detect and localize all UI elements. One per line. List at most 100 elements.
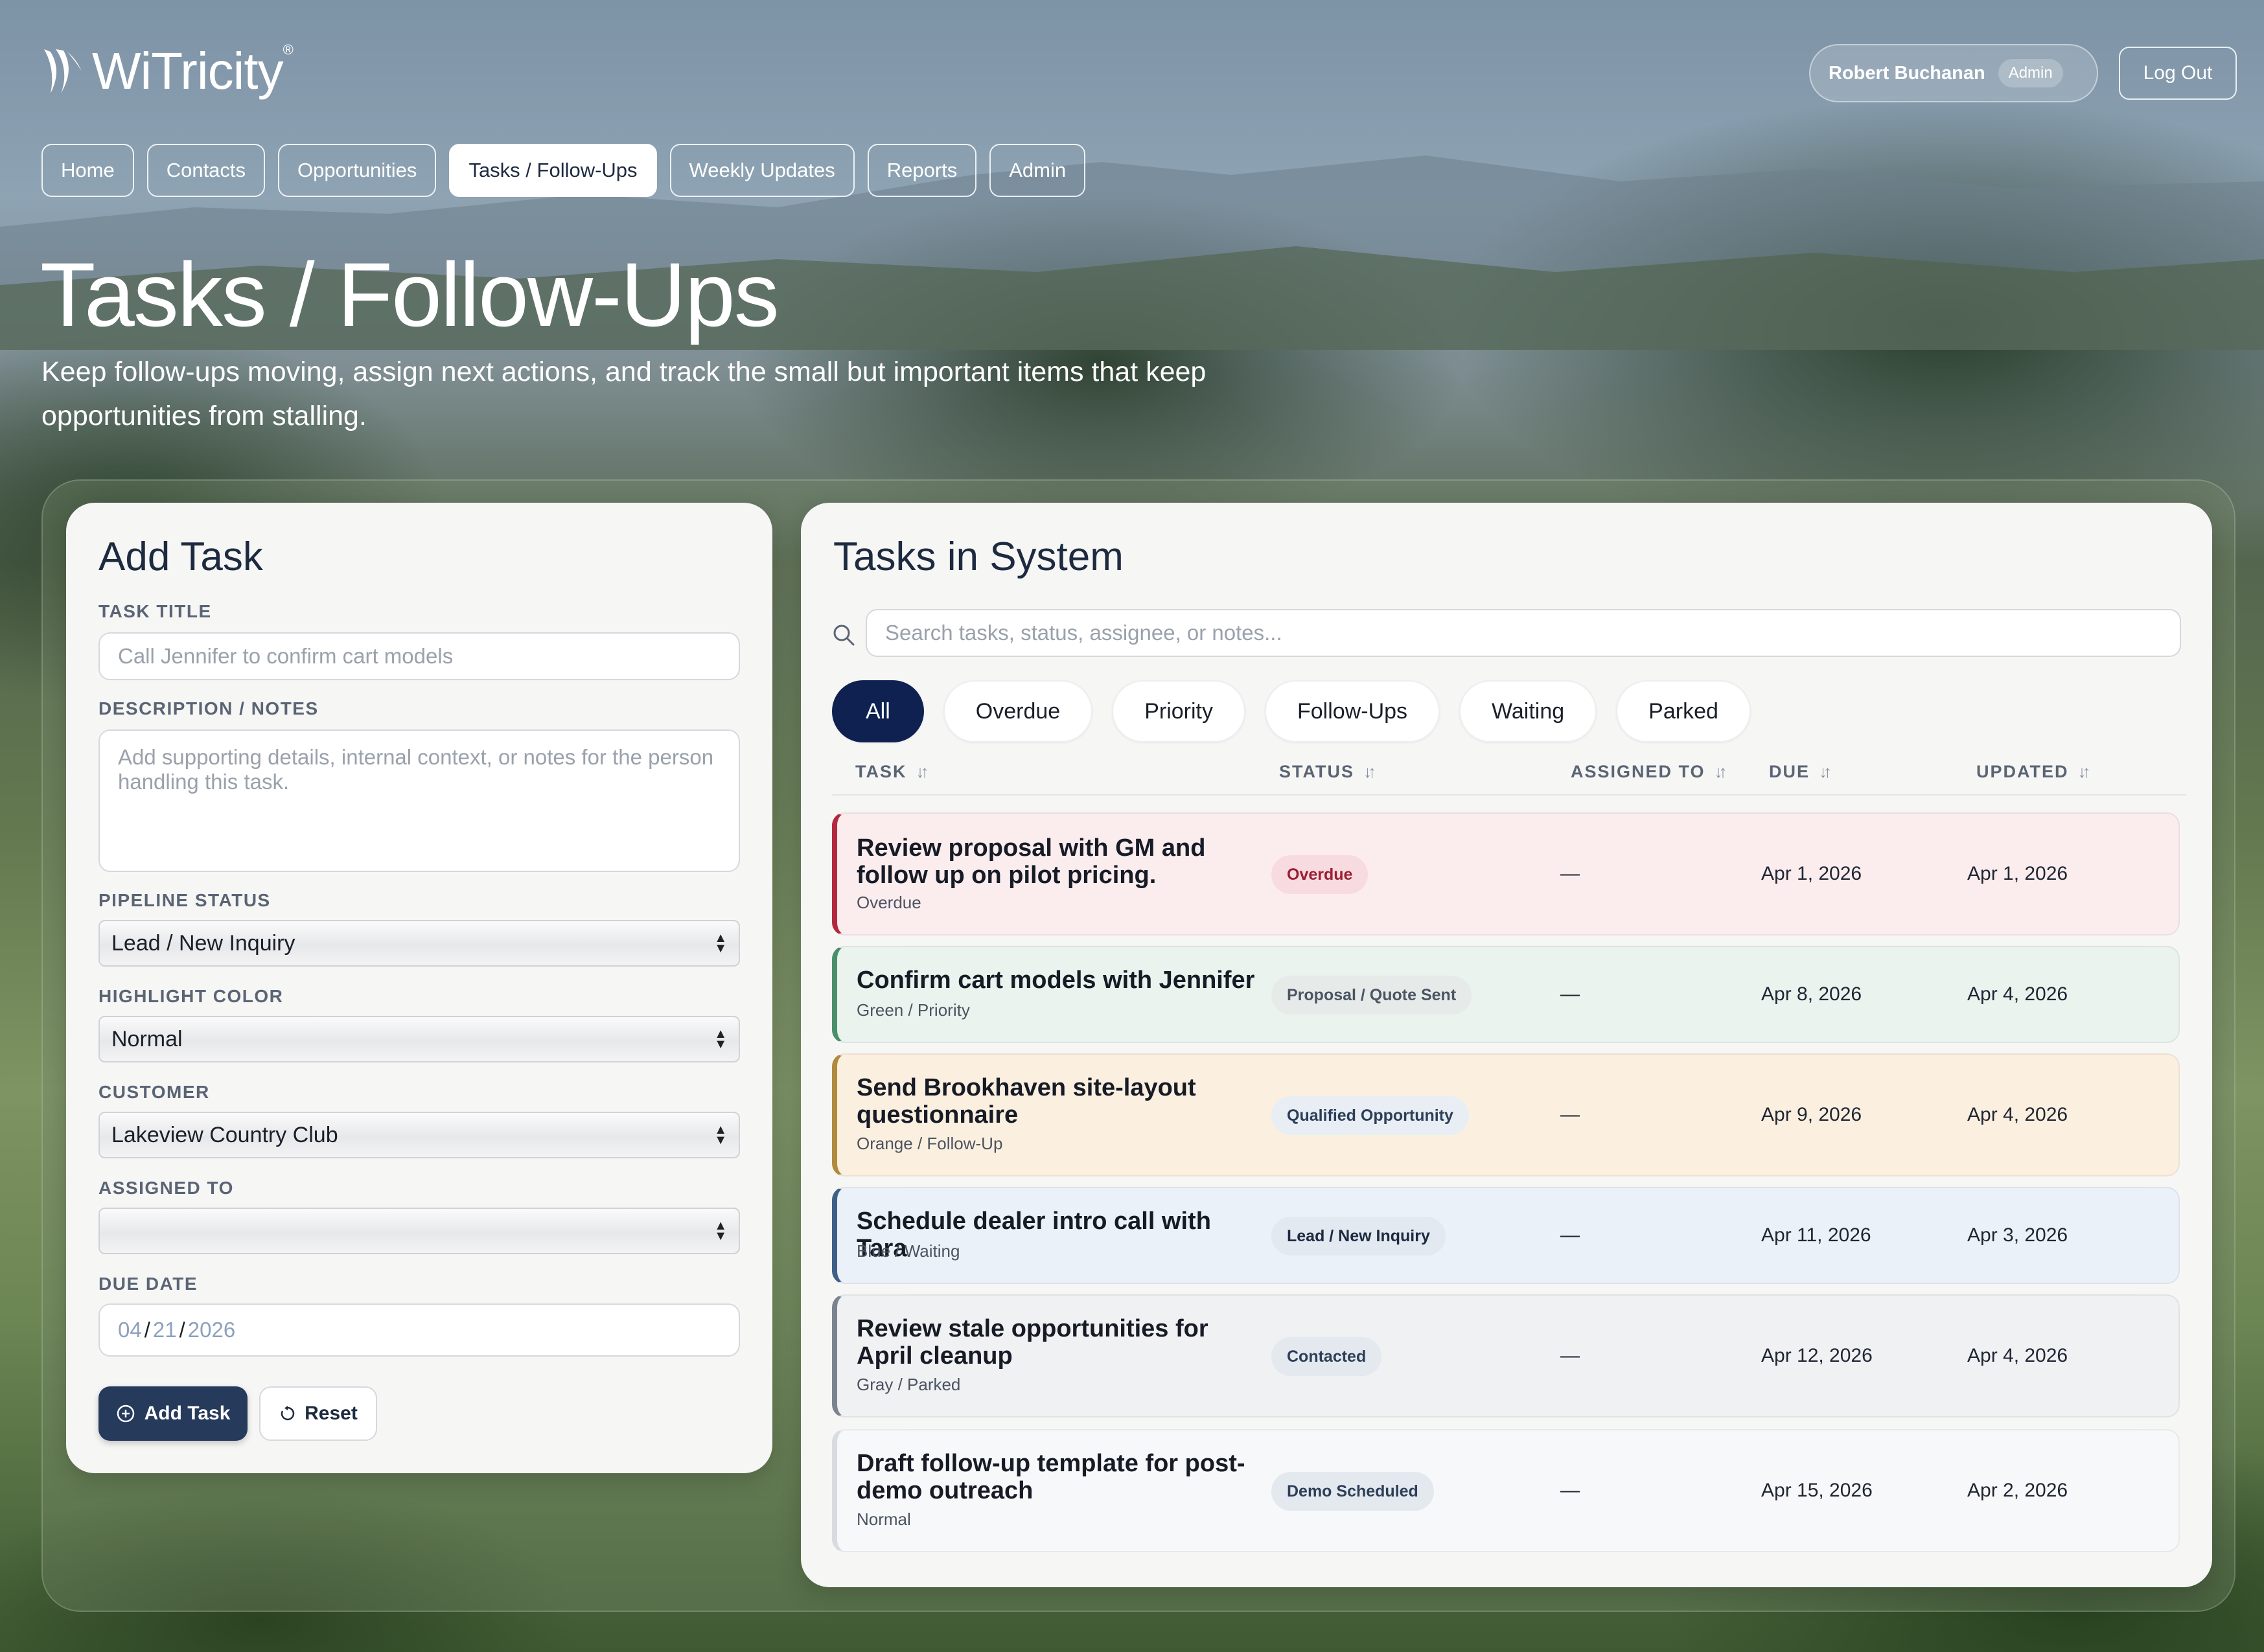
sort-icon: ↓↑ — [916, 762, 929, 781]
updated-cell: Apr 1, 2026 — [1967, 863, 2068, 884]
due-date-input[interactable]: 04 / 21 / 2026 — [98, 1303, 740, 1357]
due-date-year[interactable]: 2026 — [188, 1318, 235, 1342]
page-title: Tasks / Follow-Ups — [40, 244, 780, 345]
nav-tab-reports[interactable]: Reports — [867, 144, 977, 197]
add-task-title: Add Task — [98, 534, 263, 579]
select-arrows-icon: ▲ ▼ — [714, 931, 727, 956]
task-subtitle: Overdue — [857, 893, 921, 912]
sort-icon: ↓↑ — [1363, 762, 1376, 781]
add-task-panel: Add Task TASK TITLE Call Jennifer to con… — [66, 503, 772, 1473]
updated-cell: Apr 4, 2026 — [1967, 1104, 2068, 1125]
due-cell: Apr 1, 2026 — [1761, 863, 1862, 884]
task-title: Confirm cart models with Jennifer — [857, 967, 1255, 994]
tasks-list-panel: Tasks in System Search tasks, status, as… — [801, 503, 2212, 1587]
updated-cell: Apr 3, 2026 — [1967, 1224, 2068, 1246]
task-title-input[interactable]: Call Jennifer to confirm cart models — [98, 632, 740, 680]
filter-all[interactable]: All — [832, 680, 924, 742]
filter-overdue[interactable]: Overdue — [943, 680, 1093, 742]
task-subtitle: Green / Priority — [857, 1000, 970, 1020]
updated-cell: Apr 4, 2026 — [1967, 983, 2068, 1005]
column-header-assigned[interactable]: ASSIGNED TO ↓↑ — [1571, 762, 1727, 782]
task-subtitle: Gray / Parked — [857, 1375, 961, 1394]
select-arrows-icon: ▲ ▼ — [714, 1027, 727, 1051]
status-badge: Contacted — [1271, 1337, 1382, 1376]
task-search-input[interactable]: Search tasks, status, assignee, or notes… — [866, 609, 2181, 657]
description-textarea[interactable]: Add supporting details, internal context… — [98, 729, 740, 872]
due-date-label: DUE DATE — [98, 1274, 198, 1294]
sort-icon: ↓↑ — [1819, 762, 1832, 781]
customer-label: CUSTOMER — [98, 1082, 210, 1102]
assigned-cell: — — [1560, 863, 1580, 884]
highlight-color-label: HIGHLIGHT COLOR — [98, 986, 284, 1006]
updated-cell: Apr 4, 2026 — [1967, 1345, 2068, 1366]
page-subtitle: Keep follow-ups moving, assign next acti… — [41, 356, 1207, 431]
due-date-day[interactable]: 21 — [153, 1318, 177, 1342]
nav-tab-weekly-updates[interactable]: Weekly Updates — [669, 144, 855, 197]
task-subtitle: Normal — [857, 1509, 911, 1529]
column-header-task[interactable]: TASK ↓↑ — [855, 762, 929, 782]
table-header: TASK ↓↑ STATUS ↓↑ ASSIGNED TO ↓↑ DUE ↓↑ UPDA… — [832, 757, 2186, 796]
user-role-badge: Admin — [1998, 59, 2063, 87]
nav-tab-opportunities[interactable]: Opportunities — [278, 144, 437, 197]
reset-button[interactable]: Reset — [259, 1386, 377, 1441]
assigned-cell: — — [1560, 983, 1580, 1005]
status-badge: Overdue — [1271, 855, 1369, 894]
select-arrows-icon: ▲ ▼ — [714, 1219, 727, 1243]
assigned-cell: — — [1560, 1224, 1580, 1246]
select-arrows-icon: ▲ ▼ — [714, 1123, 727, 1147]
tasks-list-title: Tasks in System — [833, 534, 1124, 579]
task-title: Review stale opportunities for April cle… — [857, 1315, 1208, 1370]
due-cell: Apr 11, 2026 — [1761, 1224, 1871, 1246]
filter-waiting[interactable]: Waiting — [1459, 680, 1597, 742]
column-header-status[interactable]: STATUS ↓↑ — [1279, 762, 1376, 782]
pipeline-status-value: Lead / New Inquiry — [111, 930, 295, 956]
highlight-color-select[interactable]: Normal ▲ ▼ — [98, 1016, 740, 1062]
status-badge: Lead / New Inquiry — [1271, 1217, 1446, 1256]
nav-tab-home[interactable]: Home — [41, 144, 134, 197]
column-header-due[interactable]: DUE ↓↑ — [1769, 762, 1832, 782]
due-cell: Apr 15, 2026 — [1761, 1480, 1873, 1501]
nav-tab-tasks[interactable]: Tasks / Follow-Ups — [449, 144, 657, 197]
task-title: Draft follow-up template for post-demo o… — [857, 1450, 1245, 1504]
filter-priority[interactable]: Priority — [1112, 680, 1245, 742]
assigned-to-select[interactable]: ▲ ▼ — [98, 1208, 740, 1254]
sort-icon: ↓↑ — [1714, 762, 1727, 781]
task-title-label: TASK TITLE — [98, 601, 212, 621]
plus-circle-icon — [117, 1405, 134, 1423]
status-badge: Demo Scheduled — [1271, 1472, 1434, 1511]
sort-icon: ↓↑ — [2077, 762, 2091, 781]
filter-follow-ups[interactable]: Follow-Ups — [1265, 680, 1440, 742]
filter-pills: All Overdue Priority Follow-Ups Waiting … — [832, 680, 1751, 742]
assigned-cell: — — [1560, 1345, 1580, 1366]
add-task-button[interactable]: Add Task — [98, 1386, 248, 1441]
due-cell: Apr 9, 2026 — [1761, 1104, 1862, 1125]
logout-button[interactable]: Log Out — [2119, 47, 2237, 100]
nav-tab-contacts[interactable]: Contacts — [146, 144, 266, 197]
task-row[interactable]: Review stale opportunities for April cle… — [832, 1294, 2180, 1417]
user-profile-chip[interactable]: Robert Buchanan Admin — [1809, 44, 2098, 102]
customer-value: Lakeview Country Club — [111, 1122, 338, 1147]
add-task-button-label: Add Task — [144, 1403, 231, 1424]
pipeline-status-select[interactable]: Lead / New Inquiry ▲ ▼ — [98, 920, 740, 967]
witricity-swoosh-icon — [44, 49, 82, 93]
column-header-updated[interactable]: UPDATED ↓↑ — [1976, 762, 2091, 782]
customer-select[interactable]: Lakeview Country Club ▲ ▼ — [98, 1112, 740, 1158]
task-row[interactable]: Review proposal with GM and follow up on… — [832, 812, 2180, 935]
task-row[interactable]: Schedule dealer intro call with Tara Blu… — [832, 1187, 2180, 1284]
filter-parked[interactable]: Parked — [1616, 680, 1751, 742]
task-subtitle: Blue / Waiting — [857, 1241, 960, 1261]
logo-text: WiTricity® — [92, 41, 294, 100]
task-row[interactable]: Draft follow-up template for post-demo o… — [832, 1429, 2180, 1552]
updated-cell: Apr 2, 2026 — [1967, 1480, 2068, 1501]
assigned-cell: — — [1560, 1104, 1580, 1125]
task-row[interactable]: Send Brookhaven site-layout questionnair… — [832, 1053, 2180, 1176]
due-date-month[interactable]: 04 — [118, 1318, 142, 1342]
nav-tab-admin[interactable]: Admin — [989, 144, 1086, 197]
task-title: Send Brookhaven site-layout questionnair… — [857, 1074, 1196, 1129]
due-cell: Apr 8, 2026 — [1761, 983, 1862, 1005]
user-name: Robert Buchanan — [1829, 62, 1985, 84]
pipeline-status-label: PIPELINE STATUS — [98, 890, 271, 910]
task-row[interactable]: Confirm cart models with Jennifer Green … — [832, 946, 2180, 1043]
brand-logo[interactable]: WiTricity® — [41, 41, 294, 101]
task-subtitle: Orange / Follow-Up — [857, 1134, 1003, 1153]
